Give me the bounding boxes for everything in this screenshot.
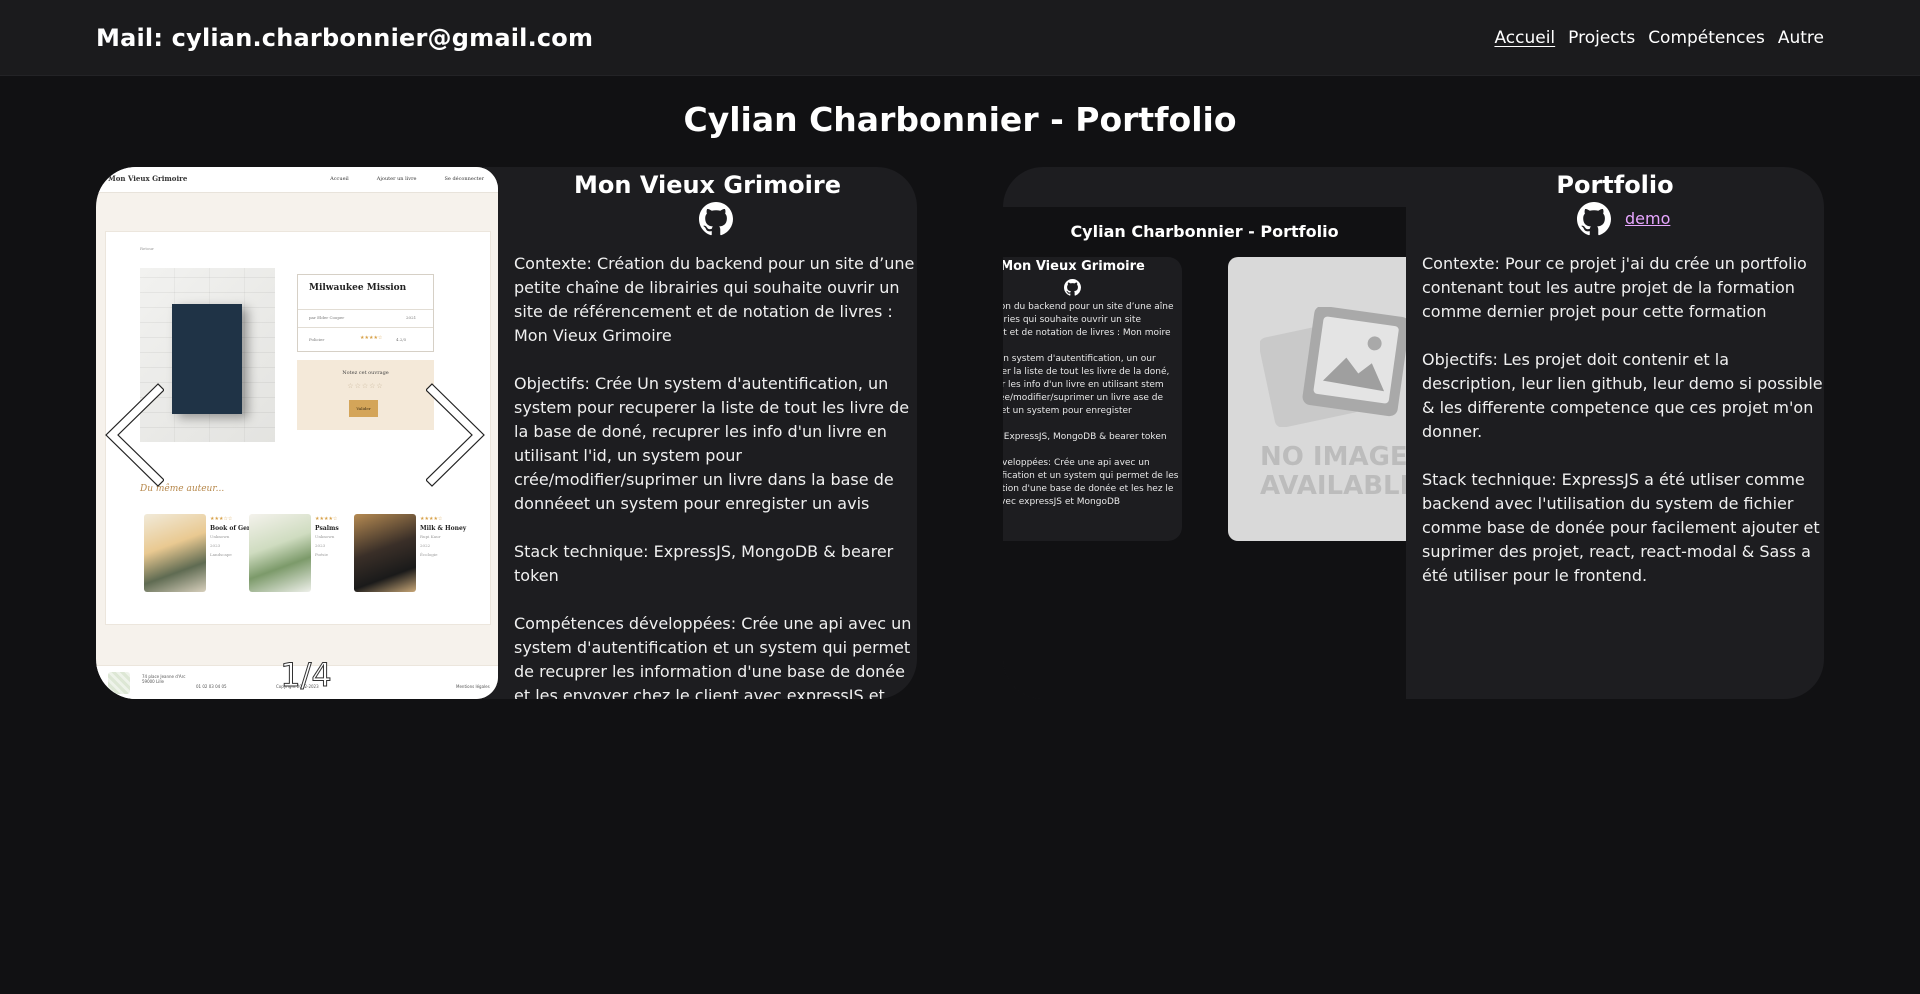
preview-page-title: Cylian Charbonnier - Portfolio (1070, 222, 1339, 241)
project-objectives: Objectifs: Les projet doit contenir et l… (1422, 350, 1823, 441)
carousel-next-arrow-icon[interactable] (426, 380, 490, 490)
screenshot-book-title: Milwaukee Mission (309, 283, 407, 293)
main-nav: Accueil Projects Compétences Autre (1494, 28, 1824, 48)
project-description: Contexte: Création du backend pour un si… (514, 252, 917, 699)
screenshot-book-genre: Policier (309, 337, 325, 342)
screenshot-rate-stars: ☆☆☆☆☆ (347, 382, 384, 390)
github-icon[interactable] (699, 202, 733, 236)
nav-accueil[interactable]: Accueil (1494, 28, 1555, 48)
project-context: Contexte: Création du backend pour un si… (514, 254, 915, 345)
no-image-placeholder: NO IMAGE AVAILABLE (1228, 257, 1406, 541)
nav-projects[interactable]: Projects (1568, 28, 1635, 48)
screenshot-rate-title: Notez cet ouvrage (342, 370, 389, 376)
site-header: Mail: cylian.charbonnier@gmail.com Accue… (0, 0, 1920, 76)
contact-mail: Mail: cylian.charbonnier@gmail.com (96, 23, 594, 52)
screenshot-rate-box: Notez cet ouvrage ☆☆☆☆☆ Valider (297, 360, 434, 430)
project-title: Portfolio (1556, 171, 1674, 199)
book-cover-image (172, 304, 242, 414)
project-objectives: Objectifs: Crée Un system d'autentificat… (514, 374, 910, 513)
preview-project-card: Mon Vieux Grimoire : Création du backend… (1003, 257, 1182, 541)
screenshot-nav-item: Se déconnecter (444, 176, 484, 182)
demo-link[interactable]: demo (1625, 209, 1670, 228)
screenshot-legal: Mentions légales (456, 684, 490, 689)
github-icon (1064, 279, 1081, 296)
screenshot-phone: 01 02 03 04 05 (196, 684, 227, 689)
project-stack: Stack technique: ExpressJS a été utliser… (1422, 470, 1820, 585)
project-card: Mon Vieux Grimoire Accueil Ajouter un li… (96, 167, 917, 699)
screenshot-address: 74 place Jeanne d'Arc 59000 Lille (142, 674, 186, 684)
screenshot-rec-item: ★★★★☆ Psalms Unknown 2023 Poésie (315, 516, 339, 557)
github-icon[interactable] (1577, 202, 1611, 236)
preview-card-description: : Création du backend pour un site d’une… (1003, 302, 1179, 507)
project-card: Cylian Charbonnier - Portfolio Mon Vieux… (1003, 167, 1824, 699)
project-carousel[interactable]: Mon Vieux Grimoire Accueil Ajouter un li… (96, 167, 498, 699)
project-title: Mon Vieux Grimoire (574, 171, 841, 199)
carousel-prev-arrow-icon[interactable] (100, 380, 164, 490)
screenshot-rating-stars: ★★★★☆ (360, 335, 383, 341)
preview-card-title: Mon Vieux Grimoire (1003, 259, 1145, 274)
screenshot-nav-links: Accueil Ajouter un livre Se déconnecter (330, 176, 484, 182)
screenshot-book-year: 2021 (406, 315, 417, 320)
page-title: Cylian Charbonnier - Portfolio (683, 100, 1237, 139)
project-stack: Stack technique: ExpressJS, MongoDB & be… (514, 542, 894, 585)
nav-autre[interactable]: Autre (1778, 28, 1824, 48)
screenshot-rec-cover (354, 514, 416, 592)
project-context: Contexte: Pour ce projet j'ai du crée un… (1422, 254, 1807, 321)
slide-counter: 1/4 (280, 656, 333, 695)
image-placeholder-icon (1260, 307, 1406, 427)
portfolio-preview[interactable]: Cylian Charbonnier - Portfolio Mon Vieux… (1003, 207, 1406, 699)
screenshot-book-rating: 4.2/5 (396, 337, 407, 342)
screenshot-book-info: Milwaukee Mission par Elder Cooper 2021 … (297, 274, 434, 352)
project-skills: Compétences développées: Crée une api av… (514, 614, 912, 699)
screenshot-map (108, 672, 130, 694)
screenshot-rec-item: ★★★★☆ Milk & Honey Rupi Kaur 2022 Écolog… (420, 516, 467, 557)
screenshot-rec-cover (249, 514, 311, 592)
nav-competences[interactable]: Compétences (1648, 28, 1765, 48)
screenshot-book-author: par Elder Cooper (309, 315, 345, 320)
no-image-text: NO IMAGE AVAILABLE (1260, 442, 1406, 501)
screenshot-rate-button: Valider (349, 400, 378, 417)
screenshot-rec-cover (144, 514, 206, 592)
screenshot-navbar: Mon Vieux Grimoire Accueil Ajouter un li… (96, 167, 498, 193)
screenshot-nav-item: Ajouter un livre (376, 176, 417, 182)
screenshot-breadcrumb: Retour (140, 246, 154, 251)
project-description: Contexte: Pour ce projet j'ai du crée un… (1422, 252, 1824, 612)
screenshot-logo: Mon Vieux Grimoire (108, 174, 188, 183)
screenshot-nav-item: Accueil (330, 176, 349, 182)
